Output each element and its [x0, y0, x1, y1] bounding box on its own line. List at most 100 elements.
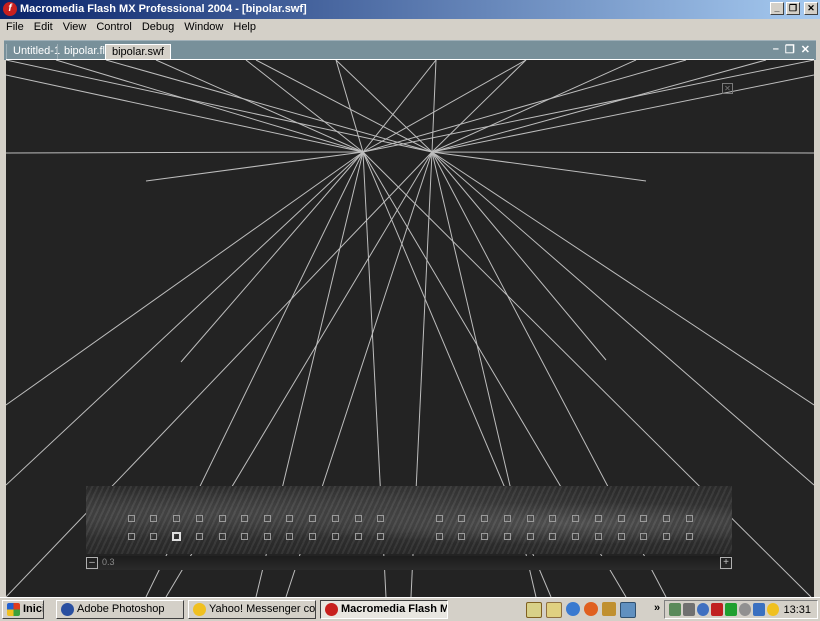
yahoo-tray-icon[interactable]: [767, 603, 779, 616]
thumbnail-square[interactable]: [572, 515, 579, 522]
quick-launch-overflow-icon[interactable]: »: [654, 602, 660, 614]
explorer-icon[interactable]: [546, 602, 562, 618]
stage-close-icon[interactable]: ✕: [722, 83, 733, 94]
thumbnail-square[interactable]: [196, 515, 203, 522]
menu-window[interactable]: Window: [179, 19, 228, 36]
ray-line: [335, 60, 364, 153]
thumbnail-square[interactable]: [527, 515, 534, 522]
quick-launch: [526, 602, 636, 618]
thumbnail-square[interactable]: [150, 515, 157, 522]
thumbnail-square[interactable]: [309, 515, 316, 522]
thumbnail-square[interactable]: [436, 533, 443, 540]
menu-help[interactable]: Help: [228, 19, 261, 36]
ray-line: [431, 60, 437, 153]
thumbnail-square[interactable]: [219, 533, 226, 540]
media-icon[interactable]: [602, 602, 616, 616]
close-button[interactable]: ✕: [804, 2, 818, 15]
taskbar-button-label: Macromedia Flash MX...: [341, 603, 447, 615]
start-button[interactable]: Inicio: [2, 600, 44, 619]
thumbnail-square[interactable]: [128, 533, 135, 540]
thumbnail-selected[interactable]: [172, 532, 181, 541]
thumbnail-square[interactable]: [150, 533, 157, 540]
thumbnail-square[interactable]: [481, 515, 488, 522]
network-icon[interactable]: [669, 603, 681, 616]
thumbnail-square[interactable]: [686, 533, 693, 540]
zoom-in-button[interactable]: +: [720, 557, 732, 569]
doc-close-button[interactable]: ✕: [801, 43, 810, 56]
thumbnail-square[interactable]: [572, 533, 579, 540]
taskbar: Inicio Adobe Photoshop Yahoo! Messenger …: [0, 597, 820, 621]
doc-restore-button[interactable]: ❐: [785, 43, 795, 56]
thumbnail-square[interactable]: [196, 533, 203, 540]
menu-debug[interactable]: Debug: [137, 19, 179, 36]
messenger-tray-icon[interactable]: [753, 603, 765, 616]
thumbnail-square[interactable]: [663, 515, 670, 522]
yahoo-messenger-icon: [193, 603, 206, 616]
minimize-button[interactable]: _: [770, 2, 784, 15]
thumbnail-square[interactable]: [640, 533, 647, 540]
menu-file[interactable]: File: [0, 19, 29, 36]
thumbnail-square[interactable]: [377, 515, 384, 522]
thumbnail-square[interactable]: [549, 533, 556, 540]
monitor-icon[interactable]: [725, 603, 737, 616]
ray-line: [6, 60, 433, 153]
taskbar-macromedia-flash[interactable]: Macromedia Flash MX...: [320, 600, 448, 619]
menu-control[interactable]: Control: [91, 19, 136, 36]
ray-line: [431, 151, 647, 182]
thumbnail-square[interactable]: [595, 515, 602, 522]
thumbnail-square[interactable]: [686, 515, 693, 522]
zoom-value: 0.3: [102, 557, 115, 567]
title-bar[interactable]: f Macromedia Flash MX Professional 2004 …: [0, 0, 820, 19]
thumbnail-square[interactable]: [355, 533, 362, 540]
restore-button[interactable]: ❐: [786, 2, 800, 15]
disconnect-icon[interactable]: [739, 603, 751, 616]
thumbnail-square[interactable]: [527, 533, 534, 540]
tab-bipolar-swf[interactable]: bipolar.swf: [105, 44, 171, 60]
thumbnail-square[interactable]: [241, 533, 248, 540]
thumbnail-square[interactable]: [241, 515, 248, 522]
thumbnail-square[interactable]: [640, 515, 647, 522]
zoom-out-button[interactable]: –: [86, 557, 98, 569]
firefox-icon[interactable]: [584, 602, 598, 616]
volume-icon[interactable]: [683, 603, 695, 616]
thumbnail-square[interactable]: [458, 533, 465, 540]
update-icon[interactable]: [697, 603, 709, 616]
menu-bar: File Edit View Control Debug Window Help: [0, 19, 820, 36]
thumbnail-square[interactable]: [458, 515, 465, 522]
desktop-icon[interactable]: [526, 602, 542, 618]
window-icon[interactable]: [620, 602, 636, 618]
thumbnail-square[interactable]: [377, 533, 384, 540]
internet-explorer-icon[interactable]: [566, 602, 580, 616]
thumbnail-square[interactable]: [128, 515, 135, 522]
menu-edit[interactable]: Edit: [29, 19, 58, 36]
thumbnail-square[interactable]: [173, 515, 180, 522]
thumbnail-square[interactable]: [286, 515, 293, 522]
doc-minimize-button[interactable]: –: [773, 43, 779, 56]
thumbnail-square[interactable]: [264, 533, 271, 540]
ray-line: [245, 60, 364, 153]
thumbnail-square[interactable]: [309, 533, 316, 540]
thumbnail-square[interactable]: [264, 515, 271, 522]
photo-thumbnail-strip[interactable]: [86, 486, 732, 554]
thumbnail-square[interactable]: [618, 515, 625, 522]
thumbnail-square[interactable]: [504, 515, 511, 522]
flash-app-icon[interactable]: f: [3, 2, 17, 16]
thumbnail-square[interactable]: [332, 515, 339, 522]
thumbnail-square[interactable]: [286, 533, 293, 540]
thumbnail-square[interactable]: [618, 533, 625, 540]
menu-view[interactable]: View: [58, 19, 92, 36]
swf-stage[interactable]: ✕ – 0.3 +: [6, 59, 814, 597]
thumbnail-square[interactable]: [663, 533, 670, 540]
thumbnail-square[interactable]: [332, 533, 339, 540]
thumbnail-square[interactable]: [355, 515, 362, 522]
thumbnail-square[interactable]: [595, 533, 602, 540]
thumbnail-square[interactable]: [549, 515, 556, 522]
antivirus-icon[interactable]: [711, 603, 723, 616]
thumbnail-square[interactable]: [219, 515, 226, 522]
thumbnail-square[interactable]: [481, 533, 488, 540]
thumbnail-square[interactable]: [504, 533, 511, 540]
taskbar-adobe-photoshop[interactable]: Adobe Photoshop: [56, 600, 184, 619]
thumbnail-square[interactable]: [436, 515, 443, 522]
zoom-bar: – 0.3 +: [86, 556, 732, 570]
taskbar-yahoo-messenger[interactable]: Yahoo! Messenger con Voz: [188, 600, 316, 619]
